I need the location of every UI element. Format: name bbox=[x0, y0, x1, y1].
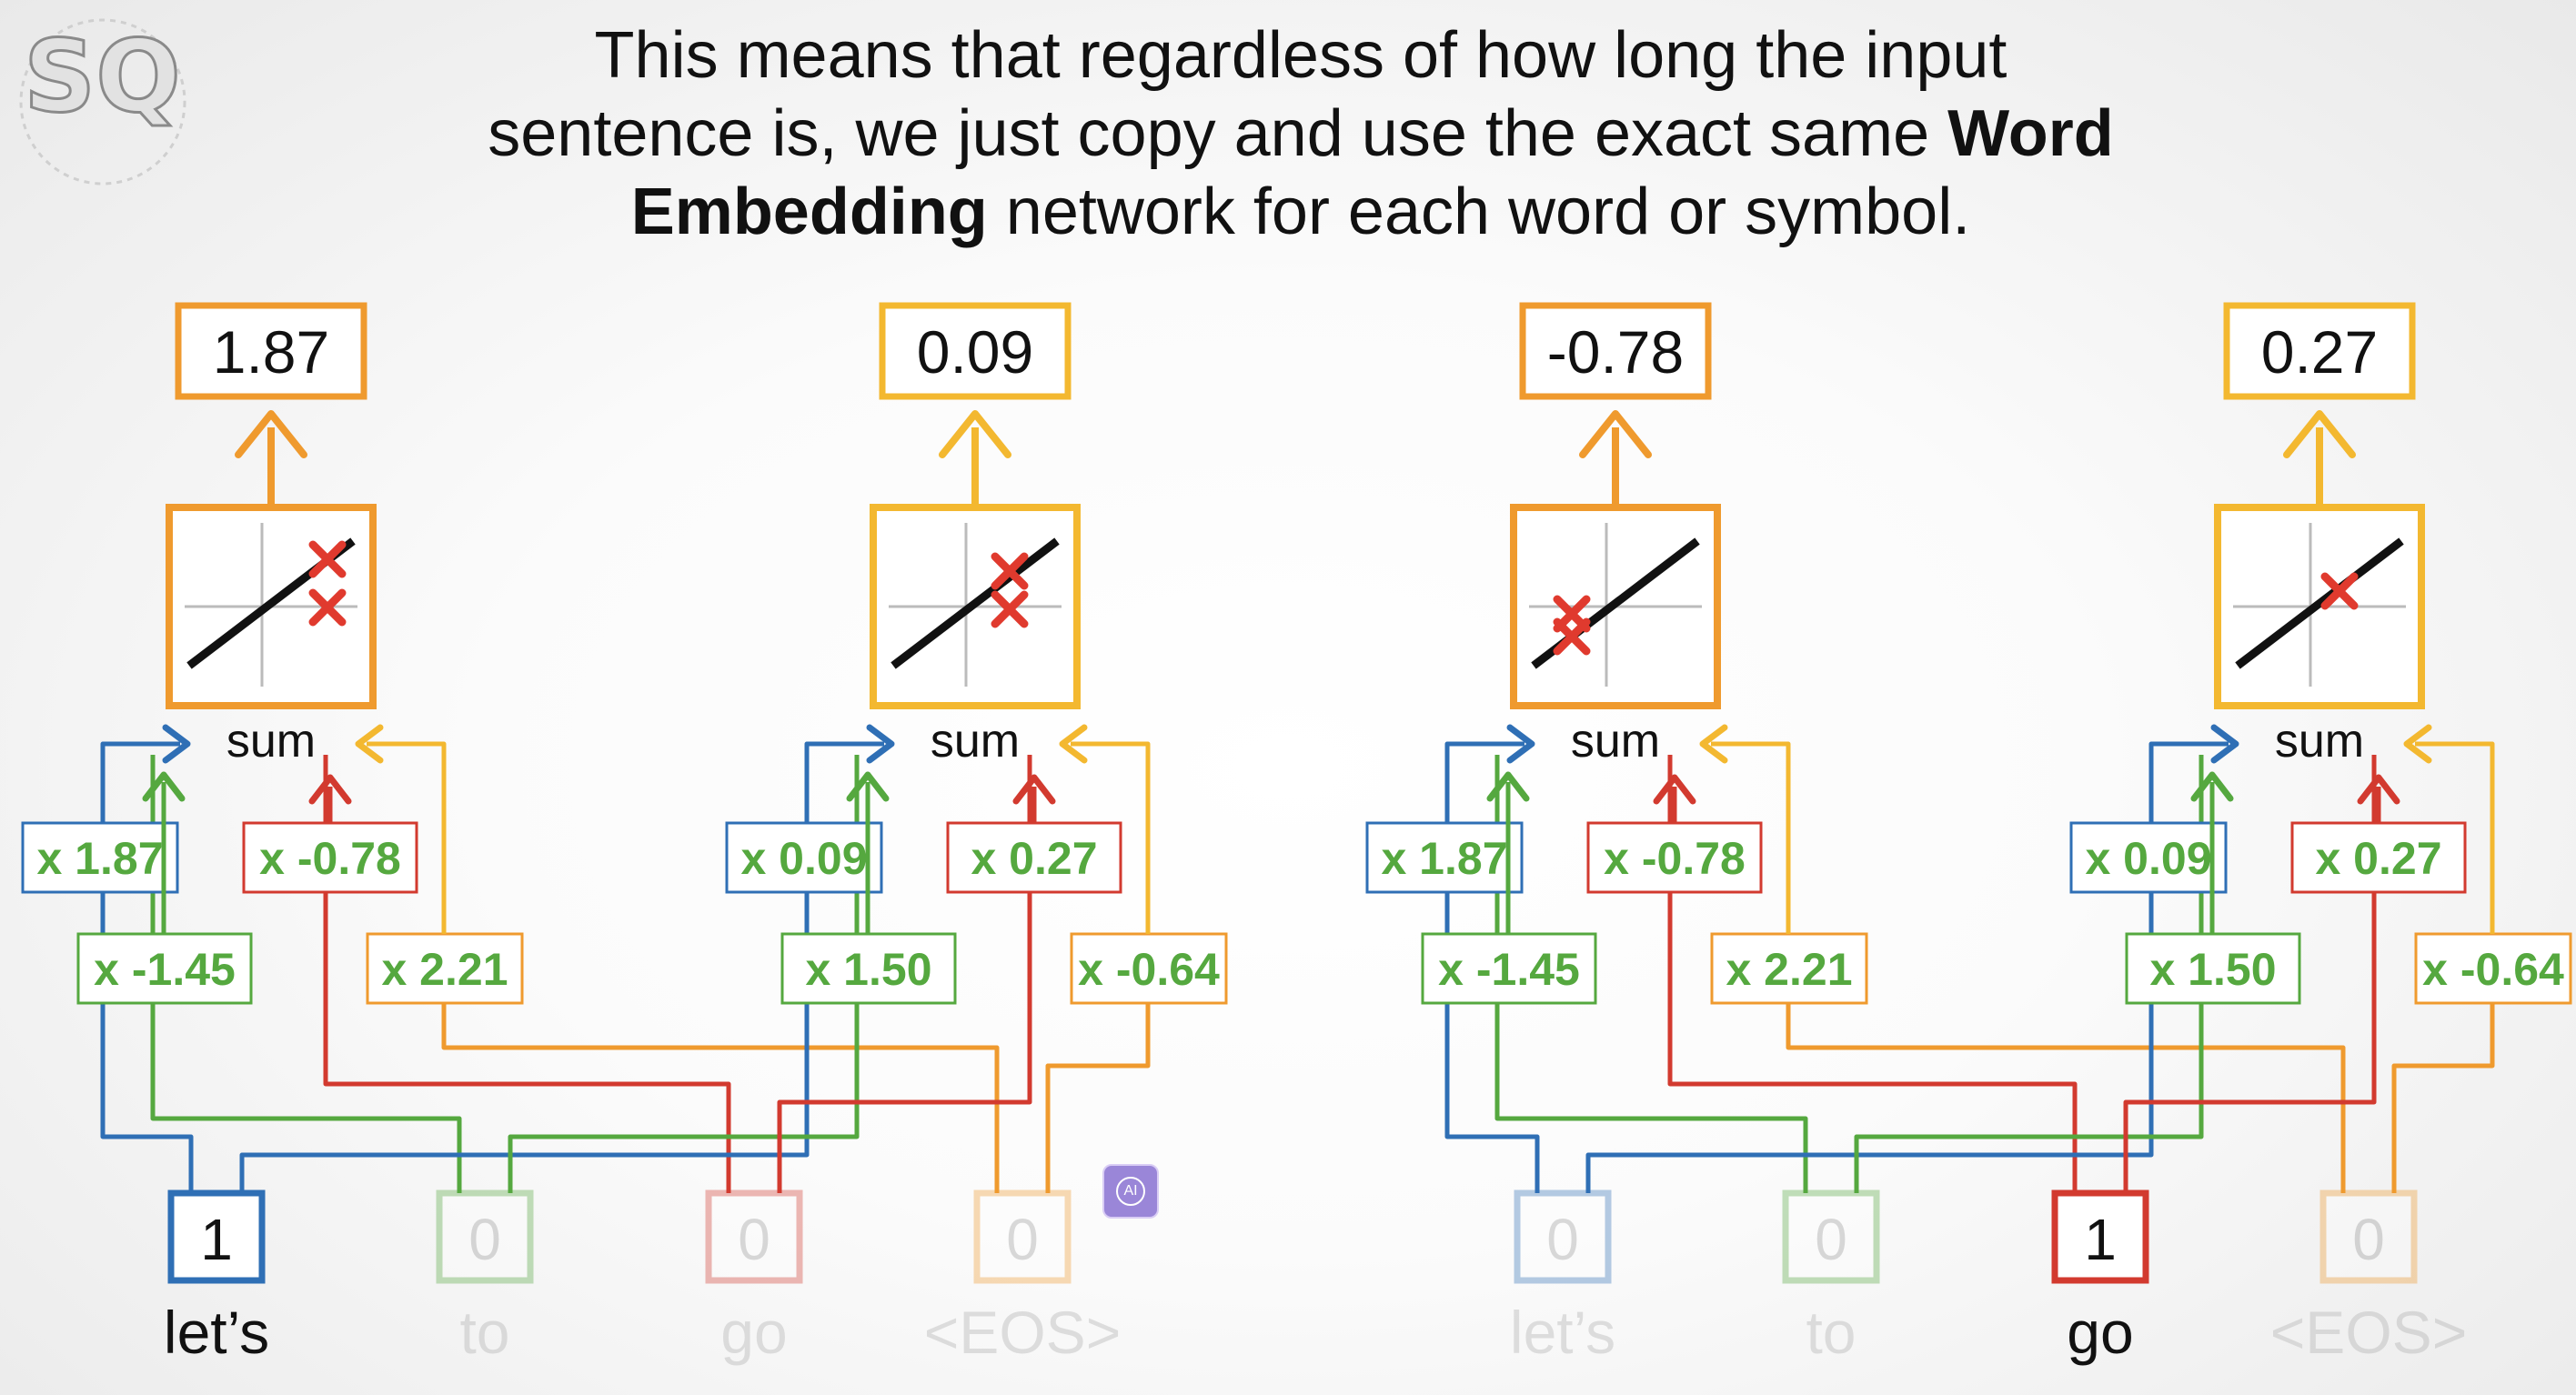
input-2: 0 go bbox=[705, 1189, 803, 1366]
input-value: 0 bbox=[2352, 1207, 2385, 1272]
weight-label: x 1.50 bbox=[805, 944, 931, 995]
word-label: go bbox=[2067, 1299, 2133, 1366]
sum-label: sum bbox=[931, 715, 1020, 768]
ai-assistant-button[interactable]: AI bbox=[1102, 1164, 1159, 1219]
weight-label: x 1.50 bbox=[2149, 944, 2276, 995]
input-1: 0 to bbox=[436, 1189, 534, 1366]
weight-red: x 0.27 bbox=[946, 821, 1122, 894]
word-label: to bbox=[459, 1299, 509, 1366]
input-value: 0 bbox=[468, 1207, 501, 1272]
word-label: let’s bbox=[1510, 1299, 1615, 1366]
input-value: 1 bbox=[200, 1207, 233, 1272]
sum-label: sum bbox=[226, 715, 316, 768]
weight-label: x -1.45 bbox=[1438, 944, 1580, 995]
network-right: 0let’s0to1go0<EOS>x 1.87 x -0.78x -1.45 x … bbox=[1365, 302, 2572, 1366]
input-value: 0 bbox=[1546, 1207, 1579, 1272]
weight-label: x 2.21 bbox=[1726, 944, 1852, 995]
input-value: 0 bbox=[1006, 1207, 1039, 1272]
slide: SQ This means that regardless of how lon… bbox=[0, 0, 2576, 1395]
weight-label: x 1.87 bbox=[36, 833, 163, 884]
weight-label: x 0.09 bbox=[740, 833, 867, 884]
weight-green: x -1.45 bbox=[1421, 932, 1597, 1005]
weight-blue: x 1.87 bbox=[1365, 821, 1524, 894]
word-label: to bbox=[1806, 1299, 1856, 1366]
weight-label: x 0.09 bbox=[2085, 833, 2211, 884]
weight-orange: x -0.64 bbox=[2414, 932, 2572, 1005]
weight-label: x -0.64 bbox=[1078, 944, 1220, 995]
sum-label: sum bbox=[2275, 715, 2364, 768]
weight-label: x 0.27 bbox=[971, 833, 1097, 884]
weight-label: x -0.78 bbox=[259, 833, 401, 884]
weight-orange: x -0.64 bbox=[1070, 932, 1228, 1005]
embedding-diagram: 1let’s0to0go0<EOS>x 1.87 x -0.78x -1.45 x … bbox=[21, 302, 2572, 1366]
input-3: 0 <EOS> bbox=[2270, 1189, 2467, 1366]
output-value: 0.27 bbox=[2261, 318, 2378, 386]
node-1: x 0.09 x 0.27 x 1.50 x -0.64 sum 0.27 bbox=[1585, 302, 2572, 1193]
ai-icon: AI bbox=[1116, 1177, 1145, 1206]
weight-blue: x 1.87 bbox=[21, 821, 179, 894]
input-1: 0 to bbox=[1782, 1189, 1880, 1366]
node-1: x 0.09 x 0.27 x 1.50 x -0.64 sum 0.09 bbox=[239, 302, 1228, 1193]
output-value: 0.09 bbox=[917, 318, 1033, 386]
weight-green: x 1.50 bbox=[2125, 932, 2301, 1005]
output-value: -0.78 bbox=[1547, 318, 1684, 386]
weight-red: x -0.78 bbox=[1586, 821, 1763, 894]
weight-label: x -0.64 bbox=[2422, 944, 2564, 995]
network-left: 1let’s0to0go0<EOS>x 1.87 x -0.78x -1.45 x … bbox=[21, 302, 1228, 1366]
input-0: 0 let’s bbox=[1510, 1189, 1615, 1366]
sum-label: sum bbox=[1571, 715, 1660, 768]
input-value: 1 bbox=[2084, 1207, 2117, 1272]
weight-label: x -0.78 bbox=[1604, 833, 1746, 884]
weight-label: x 1.87 bbox=[1381, 833, 1507, 884]
weight-orange: x 2.21 bbox=[1710, 932, 1868, 1005]
input-2: 1 go bbox=[2051, 1189, 2149, 1366]
weight-green: x 1.50 bbox=[780, 932, 957, 1005]
word-label: <EOS> bbox=[2270, 1299, 2467, 1366]
weight-orange: x 2.21 bbox=[366, 932, 524, 1005]
input-value: 0 bbox=[738, 1207, 770, 1272]
weight-red: x 0.27 bbox=[2290, 821, 2467, 894]
word-label: <EOS> bbox=[924, 1299, 1121, 1366]
output-value: 1.87 bbox=[213, 318, 329, 386]
word-label: go bbox=[720, 1299, 787, 1366]
weight-label: x 2.21 bbox=[381, 944, 508, 995]
weight-red: x -0.78 bbox=[242, 821, 418, 894]
weight-label: x 0.27 bbox=[2315, 833, 2441, 884]
node-0: x 1.87 x -0.78 x -1.45 x 2.21 sum 1.87 bbox=[21, 302, 1000, 1193]
input-3: 0 <EOS> bbox=[924, 1189, 1121, 1366]
weight-blue: x 0.09 bbox=[725, 821, 883, 894]
node-0: x 1.87 x -0.78 x -1.45 x 2.21 sum -0.78 bbox=[1365, 302, 2346, 1193]
weight-label: x -1.45 bbox=[94, 944, 236, 995]
word-label: let’s bbox=[164, 1299, 269, 1366]
input-value: 0 bbox=[1815, 1207, 1847, 1272]
weight-blue: x 0.09 bbox=[2069, 821, 2228, 894]
input-0: 1 let’s bbox=[164, 1189, 269, 1366]
weight-green: x -1.45 bbox=[76, 932, 253, 1005]
